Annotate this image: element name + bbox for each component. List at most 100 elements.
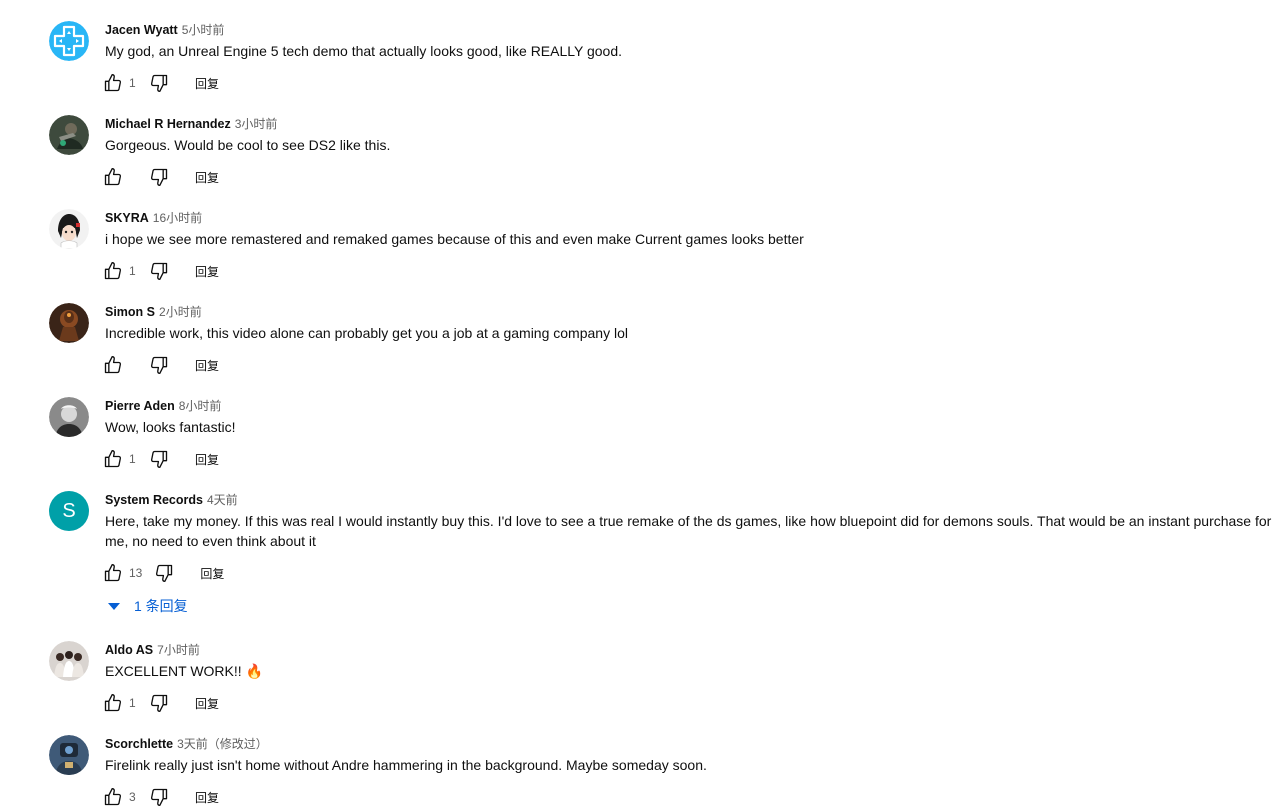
like-button[interactable] bbox=[103, 449, 123, 469]
thumbs-up-icon bbox=[104, 450, 122, 468]
thumbs-up-icon bbox=[104, 262, 122, 280]
comment-header: Scorchlette 3天前（修改过） bbox=[105, 735, 268, 753]
dislike-button[interactable] bbox=[149, 787, 169, 807]
dislike-button[interactable] bbox=[149, 355, 169, 375]
thumbs-up-icon bbox=[104, 74, 122, 92]
timestamp[interactable]: 8小时前 bbox=[179, 399, 222, 413]
reply-button[interactable]: 回复 bbox=[195, 169, 219, 186]
thumbs-up-icon bbox=[104, 788, 122, 806]
like-count: 3 bbox=[129, 790, 136, 804]
comment-actions: 1 回复 bbox=[103, 72, 219, 94]
reply-button[interactable]: 回复 bbox=[195, 75, 219, 92]
thumbs-down-icon bbox=[150, 168, 168, 186]
reply-button[interactable]: 回复 bbox=[200, 565, 224, 582]
avatar[interactable] bbox=[49, 209, 89, 249]
comment-text: Incredible work, this video alone can pr… bbox=[105, 325, 628, 341]
avatar-letter: S bbox=[62, 499, 76, 522]
reply-button[interactable]: 回复 bbox=[195, 451, 219, 468]
comment-actions: 回复 bbox=[103, 166, 219, 188]
like-button[interactable] bbox=[103, 355, 123, 375]
comment-header: Jacen Wyatt 5小时前 bbox=[105, 21, 224, 39]
like-button[interactable] bbox=[103, 167, 123, 187]
author-name[interactable]: Michael R Hernandez bbox=[105, 117, 231, 131]
group-avatar-icon bbox=[49, 641, 89, 681]
replies-count-label: 1 条回复 bbox=[134, 598, 188, 614]
thumbs-up-icon bbox=[104, 564, 122, 582]
comment-text: EXCELLENT WORK!! 🔥 bbox=[105, 663, 263, 679]
thumbs-up-icon bbox=[104, 356, 122, 374]
thumbs-down-icon bbox=[150, 694, 168, 712]
author-name[interactable]: Scorchlette bbox=[105, 737, 173, 751]
thumbs-down-icon bbox=[150, 356, 168, 374]
dislike-button[interactable] bbox=[154, 563, 174, 583]
like-count: 1 bbox=[129, 76, 136, 90]
reply-button[interactable]: 回复 bbox=[195, 357, 219, 374]
view-replies-button[interactable]: 1 条回复 bbox=[108, 595, 188, 617]
comment-text: i hope we see more remastered and remake… bbox=[105, 231, 804, 247]
like-button[interactable] bbox=[103, 261, 123, 281]
anime-avatar-icon bbox=[49, 209, 89, 249]
comment-header: System Records 4天前 bbox=[105, 491, 238, 509]
author-name[interactable]: Aldo AS bbox=[105, 643, 153, 657]
timestamp[interactable]: 16小时前 bbox=[153, 211, 202, 225]
comment-text: Gorgeous. Would be cool to see DS2 like … bbox=[105, 137, 391, 153]
author-name[interactable]: System Records bbox=[105, 493, 203, 507]
avatar[interactable] bbox=[49, 641, 89, 681]
thumbs-up-icon bbox=[104, 694, 122, 712]
author-name[interactable]: Pierre Aden bbox=[105, 399, 175, 413]
thumbs-down-icon bbox=[156, 564, 173, 582]
like-button[interactable] bbox=[103, 73, 123, 93]
author-name[interactable]: SKYRA bbox=[105, 211, 149, 225]
avatar[interactable] bbox=[49, 735, 89, 775]
comment-header: Michael R Hernandez 3小时前 bbox=[105, 115, 277, 133]
thumbs-up-icon bbox=[104, 168, 122, 186]
dislike-button[interactable] bbox=[149, 167, 169, 187]
like-button[interactable] bbox=[103, 693, 123, 713]
timestamp[interactable]: 5小时前 bbox=[182, 23, 225, 37]
avatar[interactable]: S bbox=[49, 491, 89, 531]
reply-button[interactable]: 回复 bbox=[195, 789, 219, 806]
like-button[interactable] bbox=[103, 563, 123, 583]
comment-text: Here, take my money. If this was real I … bbox=[105, 513, 1272, 549]
timestamp[interactable]: 4天前 bbox=[207, 493, 238, 507]
dislike-button[interactable] bbox=[149, 73, 169, 93]
photo-avatar-icon bbox=[49, 115, 89, 155]
dislike-button[interactable] bbox=[149, 693, 169, 713]
timestamp[interactable]: 7小时前 bbox=[157, 643, 200, 657]
comment-actions: 3 回复 bbox=[103, 786, 219, 808]
author-name[interactable]: Simon S bbox=[105, 305, 155, 319]
reply-button[interactable]: 回复 bbox=[195, 695, 219, 712]
timestamp[interactable]: 3小时前 bbox=[235, 117, 278, 131]
knight-avatar-icon bbox=[49, 303, 89, 343]
portrait-avatar-icon bbox=[49, 397, 89, 437]
like-button[interactable] bbox=[103, 787, 123, 807]
thumbs-down-icon bbox=[150, 74, 168, 93]
like-count: 1 bbox=[129, 452, 136, 466]
robot-avatar-icon bbox=[49, 735, 89, 775]
avatar[interactable] bbox=[49, 303, 89, 343]
reply-button[interactable]: 回复 bbox=[195, 263, 219, 280]
timestamp[interactable]: 3天前（修改过） bbox=[177, 737, 268, 751]
comment-header: SKYRA 16小时前 bbox=[105, 209, 202, 227]
avatar[interactable] bbox=[49, 115, 89, 155]
comment-text: Firelink really just isn't home without … bbox=[105, 757, 707, 773]
comment-header: Pierre Aden 8小时前 bbox=[105, 397, 221, 415]
thumbs-down-icon bbox=[150, 262, 168, 280]
comment-actions: 1 回复 bbox=[103, 692, 219, 714]
comment-actions: 1 回复 bbox=[103, 260, 219, 282]
like-count: 1 bbox=[129, 696, 136, 710]
comment-header: Simon S 2小时前 bbox=[105, 303, 202, 321]
avatar[interactable] bbox=[49, 21, 89, 61]
dpad-avatar-icon bbox=[49, 21, 89, 61]
caret-down-icon bbox=[108, 602, 120, 610]
thumbs-down-icon bbox=[150, 788, 168, 806]
comment-text: Wow, looks fantastic! bbox=[105, 419, 236, 435]
dislike-button[interactable] bbox=[149, 449, 169, 469]
comment-text: My god, an Unreal Engine 5 tech demo tha… bbox=[105, 43, 623, 59]
dislike-button[interactable] bbox=[149, 261, 169, 281]
timestamp[interactable]: 2小时前 bbox=[159, 305, 202, 319]
author-name[interactable]: Jacen Wyatt bbox=[105, 23, 178, 37]
thumbs-down-icon bbox=[150, 450, 168, 468]
comment-actions: 1 回复 bbox=[103, 448, 219, 470]
avatar[interactable] bbox=[49, 397, 89, 437]
